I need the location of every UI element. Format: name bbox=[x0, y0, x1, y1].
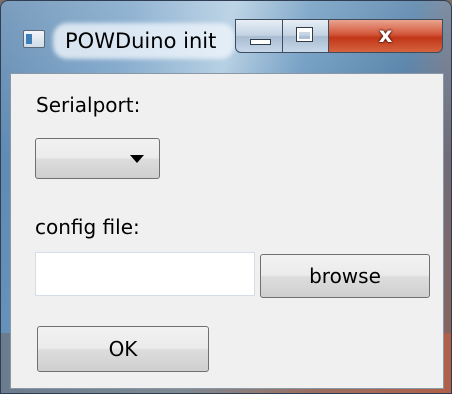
close-button[interactable]: x bbox=[329, 19, 443, 53]
config-file-label: config file: bbox=[35, 215, 140, 239]
browse-button[interactable]: browse bbox=[260, 254, 430, 298]
minimize-button[interactable] bbox=[235, 19, 283, 53]
maximize-icon bbox=[296, 27, 313, 42]
window-frame: POWDuino init x Serialport: config file:… bbox=[0, 0, 452, 394]
dialog-client-area: Serialport: config file: browse OK bbox=[10, 73, 444, 389]
minimize-icon bbox=[250, 39, 271, 45]
close-icon: x bbox=[378, 23, 393, 47]
title-bar[interactable]: POWDuino init x bbox=[1, 1, 451, 73]
maximize-button[interactable] bbox=[283, 19, 329, 53]
app-window-icon[interactable] bbox=[23, 30, 45, 48]
window-title: POWDuino init bbox=[65, 29, 217, 53]
chevron-down-icon bbox=[130, 155, 144, 163]
serialport-label: Serialport: bbox=[36, 93, 141, 117]
serialport-combobox[interactable] bbox=[35, 138, 160, 179]
ok-button[interactable]: OK bbox=[37, 326, 209, 372]
caption-buttons: x bbox=[235, 19, 445, 53]
config-file-input[interactable] bbox=[35, 252, 255, 296]
